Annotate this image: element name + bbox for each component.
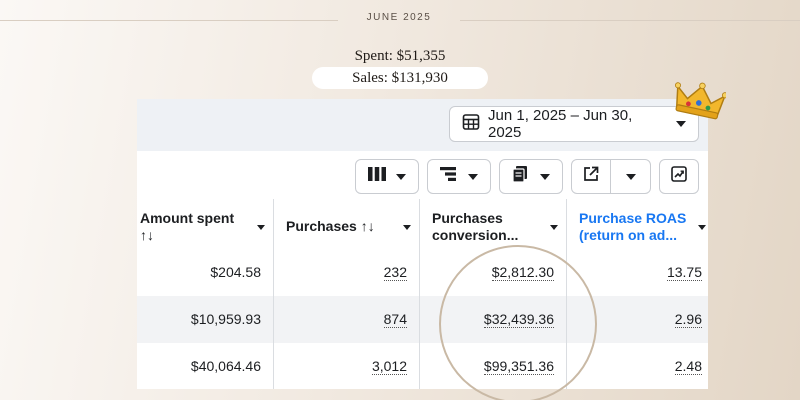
conversion-value-link[interactable]: $32,439.36 [483, 312, 554, 328]
breakdown-icon [440, 167, 458, 186]
cell-amount-spent: $10,959.93 [137, 296, 274, 343]
sales-total: Sales: $131,930 [312, 67, 488, 89]
divider-left [0, 20, 338, 21]
header-line: Purchase ROAS [579, 210, 687, 226]
month-header: JUNE 2025 [0, 12, 800, 28]
cell-roas: 13.75 [567, 249, 708, 296]
reports-icon [512, 166, 530, 187]
purchases-link[interactable]: 3,012 [371, 359, 407, 375]
column-header-amount-spent[interactable]: Amount spent ↑↓ [137, 199, 274, 249]
date-range-label: Jun 1, 2025 – Jun 30, 2025 [488, 107, 633, 141]
chevron-down-icon[interactable] [626, 174, 636, 180]
cell-amount-spent: $40,064.46 [137, 343, 274, 389]
header-line: Amount spent [140, 210, 235, 226]
chevron-down-icon [540, 173, 550, 180]
chevron-down-icon [396, 173, 406, 180]
columns-icon [368, 167, 386, 186]
breakdown-button[interactable] [427, 159, 491, 194]
cell-conversion-value: $99,351.36 [420, 343, 567, 389]
button-divider [610, 160, 611, 193]
purchases-link[interactable]: 232 [383, 265, 407, 281]
export-button[interactable] [571, 159, 651, 194]
reports-button[interactable] [499, 159, 563, 194]
cell-roas: 2.48 [567, 343, 708, 389]
cell-amount-spent: $204.58 [137, 249, 274, 296]
header-line: Purchases ↑↓ [286, 218, 375, 234]
chevron-down-icon[interactable] [257, 225, 265, 230]
column-header-purchase-roas[interactable]: Purchase ROAS (return on ad... [567, 199, 708, 249]
conversion-value-link[interactable]: $2,812.30 [491, 265, 554, 281]
cell-roas: 2.96 [567, 296, 708, 343]
table-row: $40,064.46 3,012 $99,351.36 2.48 [137, 343, 708, 389]
date-range-picker[interactable]: Jun 1, 2025 – Jun 30, 2025 [449, 106, 699, 142]
divider-right [460, 20, 800, 21]
sort-icon[interactable]: ↑↓ [140, 227, 234, 244]
column-header-purchases-conversion[interactable]: Purchases conversion... [420, 199, 567, 249]
cell-purchases: 232 [274, 249, 420, 296]
chevron-down-icon [468, 173, 478, 180]
column-header-purchases[interactable]: Purchases ↑↓ [274, 199, 420, 249]
roas-link[interactable]: 13.75 [666, 265, 702, 281]
table-row: $204.58 232 $2,812.30 13.75 [137, 249, 708, 296]
cell-conversion-value: $2,812.30 [420, 249, 567, 296]
calendar-table-icon [462, 113, 480, 135]
ads-manager-panel: Jun 1, 2025 – Jun 30, 2025 Amount spent … [137, 99, 708, 389]
header-line: (return on ad... [579, 227, 677, 243]
chart-button[interactable] [659, 159, 699, 194]
conversion-value-link[interactable]: $99,351.36 [483, 359, 554, 375]
export-icon [583, 166, 599, 187]
results-table: Amount spent ↑↓ Purchases ↑↓ Purchases c… [137, 199, 708, 389]
month-label: JUNE 2025 [366, 12, 432, 23]
cell-conversion-value: $32,439.36 [420, 296, 567, 343]
chevron-down-icon[interactable] [698, 225, 706, 230]
purchases-link[interactable]: 874 [383, 312, 407, 328]
roas-link[interactable]: 2.48 [674, 359, 702, 375]
date-bar: Jun 1, 2025 – Jun 30, 2025 [137, 99, 708, 151]
chevron-down-icon[interactable] [550, 225, 558, 230]
roas-link[interactable]: 2.96 [674, 312, 702, 328]
cell-purchases: 874 [274, 296, 420, 343]
chevron-down-icon[interactable] [403, 225, 411, 230]
header-line: conversion... [432, 227, 519, 243]
columns-button[interactable] [355, 159, 419, 194]
crown-icon [672, 82, 728, 127]
spent-total: Spent: $51,355 [354, 48, 446, 64]
table-toolbar [137, 151, 708, 199]
table-row: $10,959.93 874 $32,439.36 2.96 [137, 296, 708, 343]
cell-purchases: 3,012 [274, 343, 420, 389]
trend-chart-icon [671, 166, 687, 187]
header-line: Purchases [432, 210, 503, 226]
